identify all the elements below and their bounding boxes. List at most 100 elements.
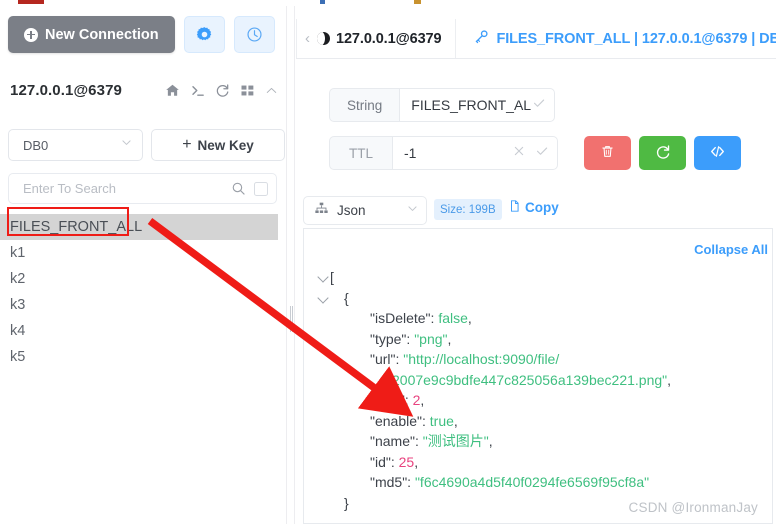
json-line: { xyxy=(304,288,671,309)
settings-button[interactable] xyxy=(183,16,225,53)
list-item[interactable]: k3 xyxy=(0,292,278,318)
json-token-punc: , xyxy=(420,392,425,408)
json-token-punc: , xyxy=(414,453,419,470)
key-name: k1 xyxy=(10,245,26,261)
new-connection-label: New Connection xyxy=(45,26,159,43)
sidebar: New Connection 127.0.0.1@6379 DB0 + New … xyxy=(0,6,286,524)
json-token-key: "isDelete": xyxy=(370,310,439,326)
json-token-punc: , xyxy=(467,310,472,326)
chevron-left-icon[interactable]: ‹ xyxy=(305,31,310,46)
tab-connection-label: 127.0.0.1@6379 xyxy=(336,30,442,47)
check-icon[interactable] xyxy=(535,144,549,163)
terminal-icon[interactable] xyxy=(190,83,205,98)
json-viewer[interactable]: Collapse All [ { "isDelete": false, "type":… xyxy=(303,228,773,524)
json-token-punc: , xyxy=(453,412,458,429)
json-line: 2007e9c9bdfe447c825056a139bec221.png", xyxy=(304,370,671,391)
collapse-all-button[interactable]: Collapse All xyxy=(694,242,768,257)
key-name-field[interactable]: FILES_FRONT_ALL xyxy=(399,88,556,122)
search-icon[interactable] xyxy=(231,181,246,196)
size-badge: Size: 199B xyxy=(434,199,502,220)
new-key-label: New Key xyxy=(197,137,254,153)
json-line: "id": 25, xyxy=(304,452,671,473)
json-token-punc: , xyxy=(447,330,452,347)
tab-key-detail[interactable]: FILES_FRONT_ALL | 127.0.0.1@6379 | DB0 xyxy=(456,19,776,58)
copy-icon xyxy=(508,199,522,216)
list-item[interactable]: k4 xyxy=(0,318,278,344)
tab-key-detail-label: FILES_FRONT_ALL | 127.0.0.1@6379 | DB0 xyxy=(496,30,776,47)
app-window: New Connection 127.0.0.1@6379 DB0 + New … xyxy=(0,0,776,524)
panel-resize-handle[interactable] xyxy=(286,6,295,524)
key-type-label: String xyxy=(329,88,400,122)
grip-icon xyxy=(290,306,294,332)
json-token-key: "enable": xyxy=(370,412,430,429)
json-line: "isDelete": false, xyxy=(304,308,671,329)
grid-icon[interactable] xyxy=(240,83,255,98)
sidebar-toolbar: New Connection xyxy=(8,16,275,53)
json-token-str: "png" xyxy=(414,330,448,347)
gear-icon xyxy=(196,26,213,43)
check-icon[interactable] xyxy=(532,96,546,115)
format-select-value: Json xyxy=(337,203,366,218)
sidebar-controls: DB0 + New Key xyxy=(8,129,285,161)
watermark: CSDN @IronmanJay xyxy=(628,500,758,515)
chevron-down-icon[interactable] xyxy=(318,292,329,303)
key-name: k4 xyxy=(10,323,26,339)
list-item[interactable]: k5 xyxy=(0,344,278,370)
trash-icon xyxy=(600,144,615,162)
json-token-punc: [ xyxy=(330,269,334,285)
chevron-up-icon[interactable] xyxy=(265,84,278,97)
clock-icon xyxy=(246,26,263,43)
chevron-down-icon xyxy=(406,202,419,220)
action-buttons xyxy=(584,136,742,170)
new-connection-button[interactable]: New Connection xyxy=(8,16,175,53)
copy-button[interactable]: Copy xyxy=(508,199,559,216)
db-select-value: DB0 xyxy=(23,137,49,153)
json-line: "type": "png", xyxy=(304,329,671,350)
format-select[interactable]: Json xyxy=(303,196,427,225)
json-token-str: "测试图片" xyxy=(422,433,489,449)
new-key-button[interactable]: + New Key xyxy=(151,129,285,161)
history-button[interactable] xyxy=(233,16,275,53)
refresh-key-button[interactable] xyxy=(639,136,687,170)
ttl-field[interactable]: -1 xyxy=(392,136,559,170)
tab-bar: ‹ 127.0.0.1@6379 FILES_FRONT_ALL | 127.0… xyxy=(296,19,776,59)
json-token-punc: } xyxy=(344,494,349,511)
chevron-down-icon[interactable] xyxy=(318,271,329,282)
chrome-fragment-yellow xyxy=(414,0,421,4)
key-search-box xyxy=(8,173,277,204)
key-name: k2 xyxy=(10,271,26,287)
sitemap-icon xyxy=(314,201,329,221)
json-line: "md5": "f6c4690a4d5f40f0294fe6569f95cf8a… xyxy=(304,472,671,493)
json-line: "url": "http://localhost:9090/file/ xyxy=(304,349,671,370)
list-item[interactable]: FILES_FRONT_ALL xyxy=(0,214,278,240)
plus-icon: + xyxy=(182,136,192,153)
close-icon[interactable] xyxy=(512,144,526,163)
ttl-value: -1 xyxy=(404,145,417,161)
code-icon xyxy=(709,143,726,163)
list-item[interactable]: k2 xyxy=(0,266,278,292)
json-token-key: "url": xyxy=(370,351,404,367)
code-view-button[interactable] xyxy=(694,136,742,170)
key-name: FILES_FRONT_ALL xyxy=(10,219,143,235)
moon-icon xyxy=(317,32,330,45)
key-list: FILES_FRONT_ALL k1 k2 k3 k4 k5 xyxy=(0,214,278,370)
json-token-key: "size": xyxy=(370,392,413,408)
tab-connection[interactable]: ‹ 127.0.0.1@6379 xyxy=(296,19,457,58)
json-token-punc: , xyxy=(488,433,493,449)
json-token-str: "f6c4690a4d5f40f0294fe6569f95cf8a" xyxy=(414,474,650,490)
chrome-fragment-blue xyxy=(320,0,325,4)
db-select[interactable]: DB0 xyxy=(8,129,143,161)
connection-actions xyxy=(165,83,278,98)
key-name: k3 xyxy=(10,297,26,313)
search-input[interactable] xyxy=(23,181,231,196)
key-name: k5 xyxy=(10,349,26,365)
json-token-punc: { xyxy=(344,289,349,306)
json-line: "enable": true, xyxy=(304,411,671,432)
home-icon[interactable] xyxy=(165,83,180,98)
refresh-icon[interactable] xyxy=(215,83,230,98)
connection-header: 127.0.0.1@6379 xyxy=(10,82,278,99)
delete-key-button[interactable] xyxy=(584,136,632,170)
select-all-checkbox[interactable] xyxy=(254,181,268,196)
json-line: [ xyxy=(304,267,671,288)
list-item[interactable]: k1 xyxy=(0,240,278,266)
